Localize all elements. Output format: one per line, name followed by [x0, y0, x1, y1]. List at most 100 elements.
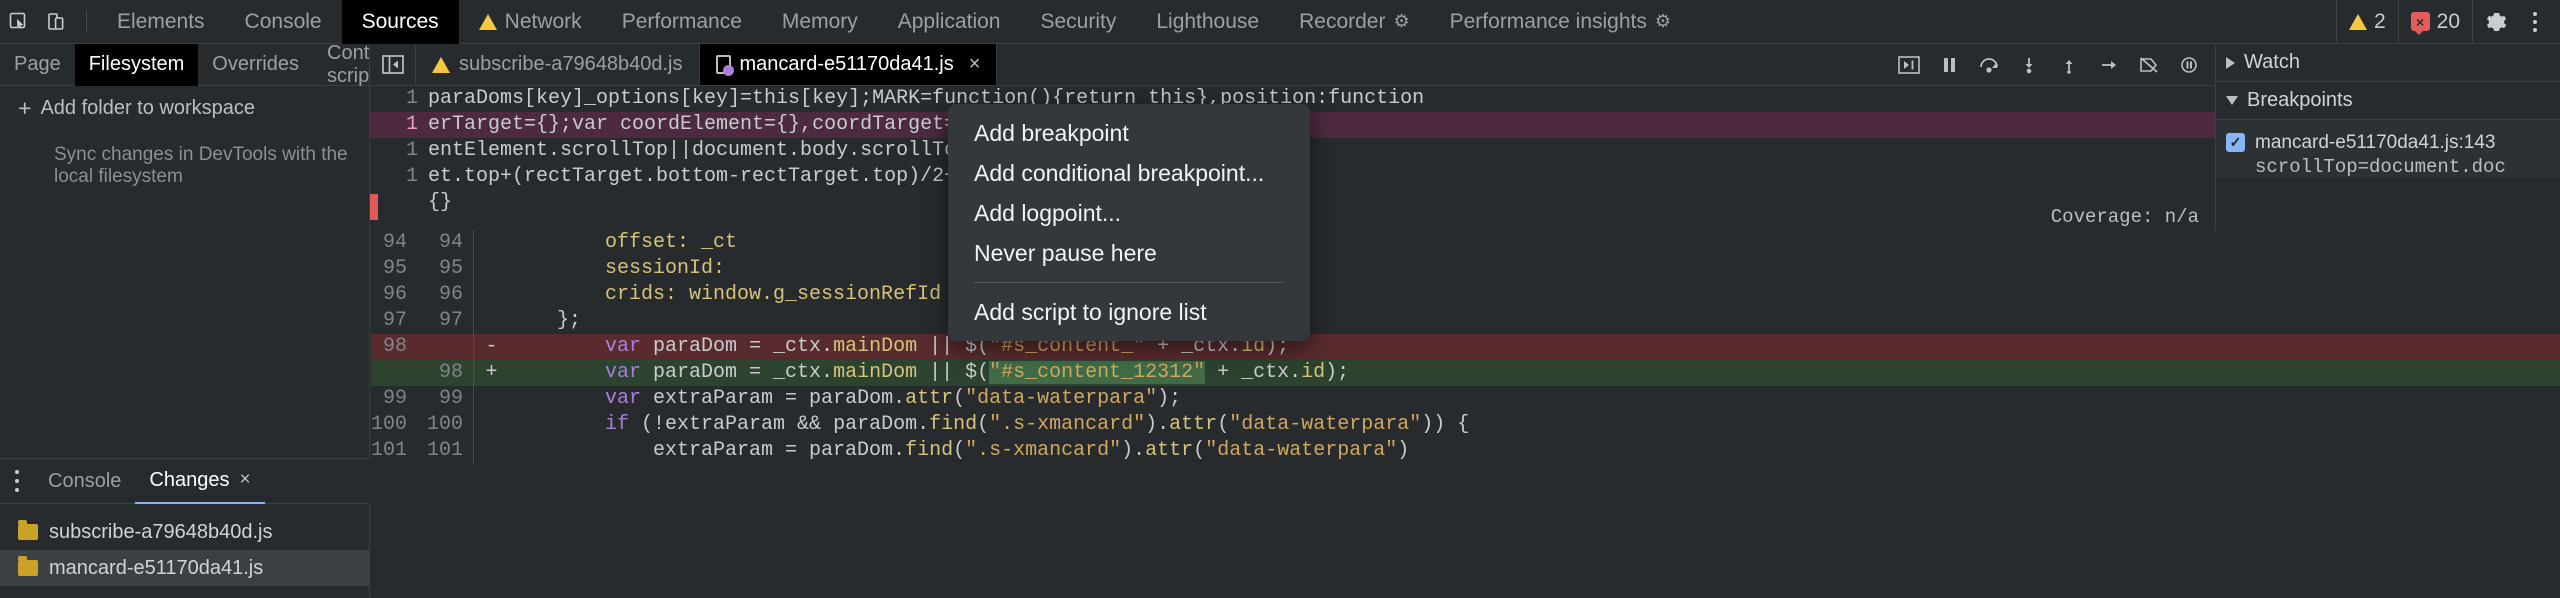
- menu-item-add-script-to-ignore-list[interactable]: Add script to ignore list: [948, 292, 1310, 332]
- device-toolbar-icon[interactable]: [38, 0, 76, 44]
- add-folder-label: Add folder to workspace: [40, 96, 255, 119]
- menu-item-add-conditional-breakpoint[interactable]: Add conditional breakpoint...: [948, 153, 1310, 193]
- section-label: Breakpoints: [2247, 89, 2353, 111]
- menu-item-label: Add conditional breakpoint...: [974, 159, 1265, 186]
- panel-tab-label: Performance: [621, 9, 742, 33]
- diff-sign: [473, 308, 509, 334]
- editor-tab-strip: subscribe-a79648b40d.js mancard-e51170da…: [370, 44, 2215, 86]
- gear-icon[interactable]: [2472, 0, 2518, 44]
- panel-tab-elements[interactable]: Elements: [97, 0, 225, 44]
- changed-file-item[interactable]: mancard-e51170da41.js: [0, 550, 370, 586]
- diff-row: 99 99 var extraParam = paraDom.attr("data…: [371, 386, 2560, 412]
- warning-count-label: 2: [2373, 9, 2386, 33]
- diff-old-line-number: 96: [382, 283, 407, 306]
- navigator-tab-strip: Page Filesystem Overrides Content script…: [0, 42, 521, 87]
- pause-on-exceptions-button[interactable]: [2169, 44, 2209, 86]
- step-button[interactable]: [2089, 44, 2129, 86]
- breakpoint-snippet: scrollTop=document.doc: [2255, 156, 2506, 178]
- diff-new-line-number: 100: [426, 413, 463, 436]
- navigator-tab-overrides[interactable]: Overrides: [198, 44, 313, 86]
- add-folder-to-workspace-button[interactable]: + Add folder to workspace: [0, 86, 369, 130]
- diff-sign: +: [473, 360, 509, 386]
- show-navigator-icon[interactable]: [370, 44, 416, 85]
- plus-icon: +: [18, 94, 32, 121]
- diff-row: 94 94 offset: _ct: [371, 230, 2560, 256]
- panel-tab-lighthouse[interactable]: Lighthouse: [1136, 0, 1279, 44]
- line-number: 1: [405, 87, 418, 110]
- line-number: 1: [405, 113, 418, 136]
- panel-tab-label: Memory: [781, 9, 858, 33]
- panel-tab-label: Console: [244, 9, 322, 33]
- toolbar-right-group: 2 × 20: [2335, 0, 2560, 44]
- breakpoint-marker[interactable]: [370, 194, 378, 220]
- toolbar-divider: [86, 10, 87, 33]
- tab-label: Page: [14, 53, 61, 75]
- menu-item-never-pause-here[interactable]: Never pause here: [948, 233, 1310, 273]
- navigator-tab-filesystem[interactable]: Filesystem: [74, 43, 199, 86]
- panel-tab-security[interactable]: Security: [1020, 0, 1136, 44]
- diff-sign: [473, 386, 509, 412]
- diff-sign: [473, 282, 509, 308]
- editor-tab-subscribe[interactable]: subscribe-a79648b40d.js: [416, 44, 700, 85]
- diff-code: crids: window.g_sessionRefId: [509, 283, 942, 306]
- editor-tab-mancard[interactable]: mancard-e51170da41.js ×: [699, 44, 998, 85]
- panel-tab-memory[interactable]: Memory: [762, 0, 878, 44]
- step-over-button[interactable]: [1969, 44, 2009, 86]
- drawer-pane: Console Changes × subscribe-a79648b40d.j…: [0, 458, 370, 598]
- pause-script-button[interactable]: [1929, 44, 1969, 86]
- error-count-label: 20: [2436, 9, 2460, 33]
- step-into-button[interactable]: [2009, 44, 2049, 86]
- tab-label: Overrides: [212, 53, 299, 75]
- close-icon[interactable]: ×: [239, 469, 250, 491]
- panel-tab-console[interactable]: Console: [225, 0, 342, 44]
- drawer-tab-changes[interactable]: Changes ×: [135, 458, 265, 504]
- menu-item-add-logpoint[interactable]: Add logpoint...: [948, 193, 1310, 233]
- resume-script-icon[interactable]: [1889, 44, 1929, 86]
- diff-row: 96 96 crids: window.g_sessionRefId: [371, 282, 2560, 308]
- changed-file-item[interactable]: subscribe-a79648b40d.js: [0, 514, 370, 550]
- diff-new-line-number: 97: [438, 309, 463, 332]
- line-text: {}: [428, 191, 453, 214]
- breakpoints-section-header[interactable]: Breakpoints: [2216, 82, 2560, 120]
- diff-code: };: [509, 309, 582, 332]
- panel-tab-performance-insights[interactable]: Performance insights ⚙: [1430, 0, 1691, 44]
- panel-tab-network[interactable]: Network: [459, 0, 602, 44]
- menu-separator: [974, 282, 1284, 283]
- breakpoint-item[interactable]: ✓ mancard-e51170da41.js:143 scrollTop=do…: [2216, 120, 2560, 178]
- menu-item-label: Add logpoint...: [974, 199, 1122, 226]
- breakpoint-context-menu[interactable]: Add breakpoint Add conditional breakpoin…: [948, 104, 1310, 341]
- step-out-button[interactable]: [2049, 44, 2089, 86]
- close-icon[interactable]: ×: [969, 53, 981, 76]
- changed-files-list: subscribe-a79648b40d.js mancard-e51170da…: [0, 504, 370, 598]
- changes-diff-view[interactable]: 94 94 offset: _ct 95 95 sessionId: 96 96 cri…: [371, 230, 2560, 598]
- drawer-more-icon[interactable]: [0, 458, 34, 504]
- panel-tab-performance[interactable]: Performance: [602, 0, 762, 44]
- kebab-menu-icon[interactable]: [2518, 0, 2552, 44]
- diff-code: if (!extraParam && paraDom.find(".s-xman…: [605, 413, 1470, 436]
- menu-item-label: Never pause here: [974, 239, 1157, 266]
- breakpoint-checkbox[interactable]: ✓: [2226, 133, 2245, 152]
- drawer-tab-console[interactable]: Console: [34, 458, 135, 504]
- diff-old-line-number: 94: [382, 231, 407, 254]
- warning-count-button[interactable]: 2: [2335, 0, 2398, 44]
- inspect-element-icon[interactable]: [0, 0, 38, 44]
- folder-icon: [18, 520, 38, 540]
- error-count-button[interactable]: × 20: [2397, 0, 2472, 44]
- tab-label: Console: [48, 469, 122, 492]
- line-number: 1: [405, 165, 418, 188]
- navigator-tab-page[interactable]: Page: [0, 44, 75, 86]
- diff-new-line-number: 101: [426, 439, 463, 462]
- menu-item-label: Add script to ignore list: [974, 298, 1207, 325]
- panel-tab-label: Elements: [117, 9, 205, 33]
- panel-tab-recorder[interactable]: Recorder ⚙: [1279, 0, 1430, 44]
- deactivate-breakpoints-button[interactable]: [2129, 44, 2169, 86]
- breakpoint-location: mancard-e51170da41.js:143: [2255, 132, 2496, 153]
- panel-tab-label: Performance insights: [1449, 9, 1647, 33]
- watch-section-header[interactable]: Watch: [2216, 44, 2560, 82]
- diff-old-line-number: 99: [382, 387, 407, 410]
- diff-rows: 94 94 offset: _ct 95 95 sessionId: 96 96 cri…: [371, 230, 2560, 464]
- panel-tab-sources[interactable]: Sources: [341, 0, 459, 44]
- menu-item-add-breakpoint[interactable]: Add breakpoint: [948, 113, 1310, 153]
- panel-tab-application[interactable]: Application: [878, 0, 1021, 44]
- experiment-flask-icon: ⚙: [1393, 11, 1410, 31]
